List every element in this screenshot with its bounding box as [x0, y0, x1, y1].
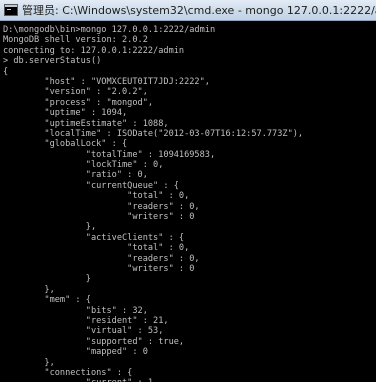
console-line: },	[3, 222, 97, 233]
console-line: "globalLock" : {	[3, 139, 128, 150]
console-line: "localTime" : ISODate("2012-03-07T16:12:…	[3, 128, 304, 139]
console-line: "lockTime" : 0,	[3, 160, 164, 171]
console-line: "writers" : 0	[3, 263, 195, 274]
console-line: MongoDB shell version: 2.0.2	[3, 35, 148, 46]
console-line: "writers" : 0	[3, 212, 195, 223]
console-output[interactable]: D:\mongodb\bin>mongo 127.0.0.1:2222/admi…	[0, 22, 376, 382]
console-line: "uptime" : 1094,	[3, 108, 128, 119]
console-line: "ratio" : 0,	[3, 170, 148, 181]
console-line: },	[3, 284, 55, 295]
console-line: "total" : 0,	[3, 243, 190, 254]
console-line: "resident" : 21,	[3, 315, 169, 326]
title-bar[interactable]: 管理员: C:\Windows\system32\cmd.exe - mongo…	[0, 0, 376, 21]
console-line: "uptimeEstimate" : 1088,	[3, 118, 169, 129]
console-lines: D:\mongodb\bin>mongo 127.0.0.1:2222/admi…	[3, 25, 303, 382]
window-title: 管理员: C:\Windows\system32\cmd.exe - mongo…	[22, 4, 376, 17]
console-line: D:\mongodb\bin>mongo 127.0.0.1:2222/admi…	[3, 25, 216, 35]
console-line: connecting to: 127.0.0.1:2222/admin	[3, 45, 185, 56]
console-line: "readers" : 0,	[3, 201, 200, 212]
console-line: "activeClients" : {	[3, 232, 185, 243]
console-line: "process" : "mongod",	[3, 97, 154, 108]
console-line: }	[3, 274, 91, 285]
console-line: },	[3, 357, 55, 368]
console-line: "mapped" : 0	[3, 347, 148, 358]
console-line: "host" : "VOMXCEUT0IT7JDJ:2222",	[3, 76, 210, 87]
console-line: "bits" : 32,	[3, 305, 148, 316]
cmd-window: 管理员: C:\Windows\system32\cmd.exe - mongo…	[0, 0, 376, 382]
console-line: "total" : 0,	[3, 191, 190, 202]
console-line: "connections" : {	[3, 367, 133, 378]
console-line: "currentQueue" : {	[3, 180, 179, 191]
console-line: "readers" : 0,	[3, 253, 200, 264]
console-line: "version" : "2.0.2",	[3, 87, 148, 98]
console-line: "totalTime" : 1094169583,	[3, 149, 216, 160]
cmd-icon[interactable]	[4, 4, 18, 16]
console-line: "current" : 1,	[3, 378, 303, 382]
console-line: > db.serverStatus()	[3, 56, 102, 67]
console-line: "supported" : true,	[3, 336, 185, 347]
console-line: "mem" : {	[3, 295, 91, 306]
console-line: "virtual" : 53,	[3, 326, 164, 337]
console-line: {	[3, 66, 9, 77]
